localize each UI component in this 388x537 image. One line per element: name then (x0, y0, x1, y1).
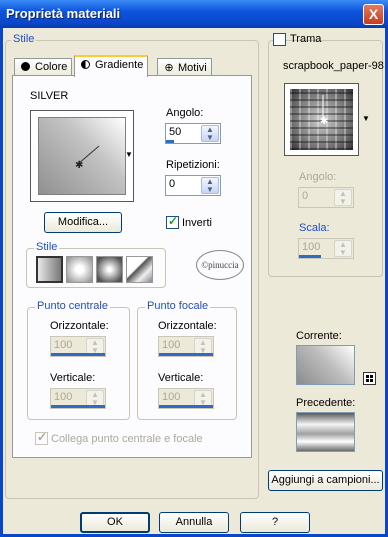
crosshair-icon: ⊕ (164, 62, 174, 74)
svg-text:✱: ✱ (75, 160, 83, 171)
spin-icon[interactable]: ▲ ▼ (334, 189, 352, 206)
trama-scala-value: 100 (302, 241, 321, 253)
close-button[interactable]: X (363, 4, 384, 25)
angolo-level-bar (166, 140, 174, 143)
trama-label: Trama (290, 33, 322, 45)
watermark-logo: ©pinuccia (196, 250, 244, 280)
swap-icon[interactable] (363, 372, 376, 385)
style-rectangular-button[interactable] (66, 256, 93, 283)
gradient-angle-marker: ✱ (75, 145, 100, 171)
ripetizioni-spin-icon[interactable]: ▲ ▼ (201, 177, 219, 194)
punto-focale-oriz-value: 100 (162, 339, 181, 351)
modifica-button[interactable]: Modifica... (44, 212, 122, 233)
trama-header: Trama (273, 33, 321, 48)
punto-centrale-vert-input[interactable]: 100 ▲ ▼ (50, 388, 106, 409)
precedente-swatch[interactable] (296, 412, 355, 452)
punto-focale-vert-input[interactable]: 100 ▲ ▼ (158, 388, 214, 409)
angolo-label: Angolo: (166, 107, 204, 119)
punto-focale-oriz-input[interactable]: 100 ▲ ▼ (158, 336, 214, 357)
pattern-dropdown-arrow-icon[interactable]: ▼ (362, 114, 370, 123)
level-bar (299, 255, 321, 258)
circle-icon (21, 62, 30, 71)
punto-focale-vert-value: 100 (162, 391, 181, 403)
window-title: Proprietà materiali (6, 6, 121, 21)
collega-label: Collega punto centrale e focale (51, 433, 203, 445)
level-bar (159, 353, 213, 356)
corrente-swatch[interactable] (296, 345, 355, 385)
add-swatches-button[interactable]: Aggiungi a campioni... (268, 470, 383, 491)
punto-centrale-oriz-input[interactable]: 100 ▲ ▼ (50, 336, 106, 357)
checkmark-icon: ✓ (37, 430, 48, 444)
corrente-label: Corrente: (296, 330, 342, 342)
punto-focale-vert-label: Verticale: (158, 372, 204, 384)
punto-focale-oriz-label: Orizzontale: (158, 320, 217, 332)
tab-colore-label: Colore (35, 61, 68, 73)
punto-centrale-oriz-label: Orizzontale: (50, 320, 109, 332)
cancel-button[interactable]: Annulla (159, 512, 229, 533)
punto-centrale-vert-value: 100 (54, 391, 73, 403)
level-bar (51, 353, 105, 356)
svg-text:✱: ✱ (320, 116, 328, 127)
punto-focale-label: Punto focale (145, 300, 211, 312)
style-subgroup-label: Stile (34, 241, 60, 253)
pattern-preview[interactable]: ✱ (290, 89, 353, 150)
angolo-value: 50 (169, 126, 182, 138)
ripetizioni-label: Ripetizioni: (166, 159, 220, 171)
gradient-preview[interactable]: ✱ (38, 117, 126, 195)
pattern-angle-marker: ✱ (320, 95, 328, 127)
ok-button[interactable]: OK (80, 512, 150, 533)
inverti-label: Inverti (182, 217, 212, 229)
ripetizioni-value: 0 (169, 178, 176, 190)
tab-gradiente-label: Gradiente (95, 59, 144, 71)
collega-checkbox[interactable]: ✓ (35, 430, 48, 445)
ripetizioni-input[interactable]: 0 ▲ ▼ (165, 175, 221, 196)
angolo-spin-icon[interactable]: ▲ ▼ (201, 125, 219, 142)
trama-checkbox[interactable] (273, 33, 286, 46)
tab-motivi-label: Motivi (178, 62, 207, 74)
checkmark-icon: ✓ (168, 214, 179, 228)
trama-scala-label: Scala: (299, 222, 330, 234)
gradient-name: SILVER (30, 90, 69, 102)
punto-centrale-vert-label: Verticale: (50, 372, 96, 384)
trama-angolo-input[interactable]: 0 ▲ ▼ (298, 187, 354, 208)
stile-group-label: Stile (11, 33, 37, 45)
trama-angolo-label: Angolo: (299, 171, 337, 183)
style-linear-button[interactable] (36, 256, 63, 283)
help-button[interactable]: ? (240, 512, 310, 533)
punto-centrale-oriz-value: 100 (54, 339, 73, 351)
style-angular-button[interactable] (126, 256, 153, 283)
pattern-preview-frame[interactable]: ✱ (284, 83, 359, 156)
trama-scala-input[interactable]: 100 ▲ ▼ (298, 238, 354, 259)
trama-angolo-value: 0 (302, 190, 309, 202)
title-bar[interactable]: Proprietà materiali X (0, 0, 388, 28)
spin-icon[interactable]: ▲ ▼ (334, 240, 352, 257)
gradient-preview-frame[interactable]: ✱ (30, 110, 134, 202)
level-bar (159, 405, 213, 408)
gradient-dropdown-arrow-icon[interactable]: ▼ (125, 150, 133, 159)
half-circle-icon (81, 60, 90, 69)
style-circular-button[interactable] (96, 256, 123, 283)
level-bar (51, 405, 105, 408)
angolo-input[interactable]: 50 ▲ ▼ (165, 123, 221, 144)
precedente-label: Precedente: (296, 397, 356, 409)
punto-centrale-label: Punto centrale (35, 300, 110, 312)
inverti-checkbox[interactable]: ✓ (166, 214, 179, 229)
tab-gradiente[interactable]: Gradiente (74, 55, 149, 77)
trama-pattern-name: scrapbook_paper-98 (283, 60, 384, 72)
